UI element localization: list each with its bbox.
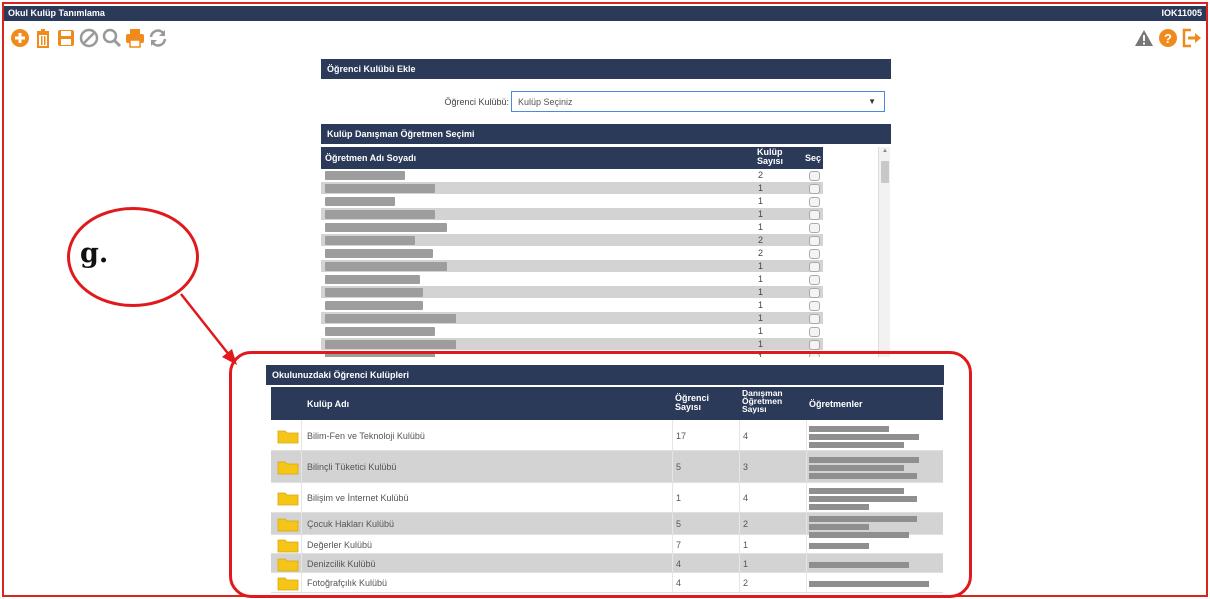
danisman-row: 1 bbox=[321, 221, 823, 234]
danisman-table: Öğretmen Adı Soyadı Kulüp Sayısı Seç 2 1 1… bbox=[321, 147, 823, 357]
cancel-icon[interactable] bbox=[79, 28, 99, 48]
blurred-teacher-name bbox=[325, 301, 423, 310]
danisman-row: 1 bbox=[321, 182, 823, 195]
kulup-sayisi-cell: 2 bbox=[758, 235, 764, 245]
danisman-row: 2 bbox=[321, 234, 823, 247]
select-checkbox[interactable] bbox=[809, 184, 820, 194]
danisman-row: 1 bbox=[321, 312, 823, 325]
exit-icon[interactable] bbox=[1182, 28, 1202, 48]
danisman-table-header: Öğretmen Adı Soyadı Kulüp Sayısı Seç bbox=[321, 147, 823, 169]
danisman-row: 1 bbox=[321, 208, 823, 221]
danisman-row: 1 bbox=[321, 260, 823, 273]
annotation-label: g. bbox=[80, 238, 109, 269]
select-checkbox[interactable] bbox=[809, 301, 820, 311]
kulup-sayisi-cell: 1 bbox=[758, 300, 764, 310]
ogrenci-kulubu-label-text: Öğrenci Kulübü bbox=[444, 97, 507, 107]
screen-code: IOK11005 bbox=[1161, 8, 1202, 18]
select-checkbox[interactable] bbox=[809, 288, 820, 298]
danisman-row: 2 bbox=[321, 247, 823, 260]
kulup-sayisi-cell: 1 bbox=[758, 261, 764, 271]
save-icon[interactable] bbox=[56, 28, 76, 48]
ogrenci-kulubu-ekle-header: Öğrenci Kulübü Ekle bbox=[321, 59, 891, 79]
kulup-sayisi-cell: 1 bbox=[758, 287, 764, 297]
annotation-highlight-box bbox=[229, 351, 972, 598]
select-checkbox[interactable] bbox=[809, 327, 820, 337]
blurred-teacher-name bbox=[325, 236, 415, 245]
ogrenci-kulubu-ekle-row: Öğrenci Kulübü: Kulüp Seçiniz ▼ bbox=[321, 82, 891, 120]
select-checkbox[interactable] bbox=[809, 262, 820, 272]
select-checkbox[interactable] bbox=[809, 210, 820, 220]
refresh-icon[interactable] bbox=[148, 28, 168, 48]
title-bar: Okul Kulüp Tanımlama IOK11005 bbox=[4, 6, 1206, 21]
svg-text:?: ? bbox=[1164, 31, 1172, 46]
blurred-teacher-name bbox=[325, 340, 456, 349]
select-checkbox[interactable] bbox=[809, 314, 820, 324]
select-checkbox[interactable] bbox=[809, 249, 820, 259]
column-ogretmen-adi: Öğretmen Adı Soyadı bbox=[325, 153, 417, 163]
danisman-row: 1 bbox=[321, 338, 823, 351]
select-checkbox[interactable] bbox=[809, 171, 820, 181]
danisman-row: 2 bbox=[321, 169, 823, 182]
blurred-teacher-name bbox=[325, 171, 405, 180]
add-icon[interactable] bbox=[10, 28, 30, 48]
blurred-teacher-name bbox=[325, 262, 447, 271]
window-title: Okul Kulüp Tanımlama bbox=[8, 8, 105, 18]
kulup-sayisi-cell: 1 bbox=[758, 274, 764, 284]
print-icon[interactable] bbox=[125, 28, 145, 48]
kulup-select[interactable]: Kulüp Seçiniz ▼ bbox=[511, 91, 885, 112]
blurred-teacher-name bbox=[325, 210, 435, 219]
danisman-row: 1 bbox=[321, 195, 823, 208]
help-icon[interactable]: ? bbox=[1158, 28, 1178, 48]
delete-icon[interactable] bbox=[33, 28, 53, 48]
kulup-sayisi-cell: 1 bbox=[758, 196, 764, 206]
select-checkbox[interactable] bbox=[809, 236, 820, 246]
blurred-teacher-name bbox=[325, 288, 423, 297]
warning-icon[interactable] bbox=[1134, 28, 1154, 48]
toolbar: ? bbox=[4, 24, 1206, 52]
scrollbar-thumb[interactable] bbox=[881, 161, 889, 183]
kulup-sayisi-cell: 2 bbox=[758, 248, 764, 258]
danisman-scrollbar[interactable]: ▲ bbox=[878, 147, 890, 357]
blurred-teacher-name bbox=[325, 249, 433, 258]
chevron-down-icon: ▼ bbox=[868, 97, 876, 106]
kulup-select-value: Kulüp Seçiniz bbox=[518, 97, 573, 107]
blurred-teacher-name bbox=[325, 184, 435, 193]
danisman-rows: 211112211111111 bbox=[321, 169, 823, 357]
blurred-teacher-name bbox=[325, 223, 447, 232]
kulup-sayisi-cell: 1 bbox=[758, 339, 764, 349]
search-icon[interactable] bbox=[102, 28, 122, 48]
kulup-sayisi-cell: 1 bbox=[758, 326, 764, 336]
ogrenci-kulubu-label: Öğrenci Kulübü: bbox=[444, 97, 509, 107]
select-checkbox[interactable] bbox=[809, 223, 820, 233]
select-checkbox[interactable] bbox=[809, 340, 820, 350]
danisman-secimi-header: Kulüp Danışman Öğretmen Seçimi bbox=[321, 124, 891, 144]
select-checkbox[interactable] bbox=[809, 275, 820, 285]
danisman-row: 1 bbox=[321, 325, 823, 338]
blurred-teacher-name bbox=[325, 314, 456, 323]
kulup-sayisi-cell: 1 bbox=[758, 222, 764, 232]
column-kulup-sayisi: Kulüp Sayısı bbox=[757, 147, 784, 166]
column-sec: Seç bbox=[805, 153, 822, 163]
kulup-sayisi-cell: 1 bbox=[758, 183, 764, 193]
kulup-sayisi-cell: 2 bbox=[758, 170, 764, 180]
blurred-teacher-name bbox=[325, 327, 435, 336]
blurred-teacher-name bbox=[325, 197, 395, 206]
kulup-sayisi-cell: 1 bbox=[758, 209, 764, 219]
danisman-row: 1 bbox=[321, 299, 823, 312]
kulup-sayisi-cell: 1 bbox=[758, 313, 764, 323]
blurred-teacher-name bbox=[325, 275, 420, 284]
danisman-row: 1 bbox=[321, 273, 823, 286]
scroll-up-icon[interactable]: ▲ bbox=[882, 148, 888, 154]
danisman-row: 1 bbox=[321, 286, 823, 299]
select-checkbox[interactable] bbox=[809, 197, 820, 207]
